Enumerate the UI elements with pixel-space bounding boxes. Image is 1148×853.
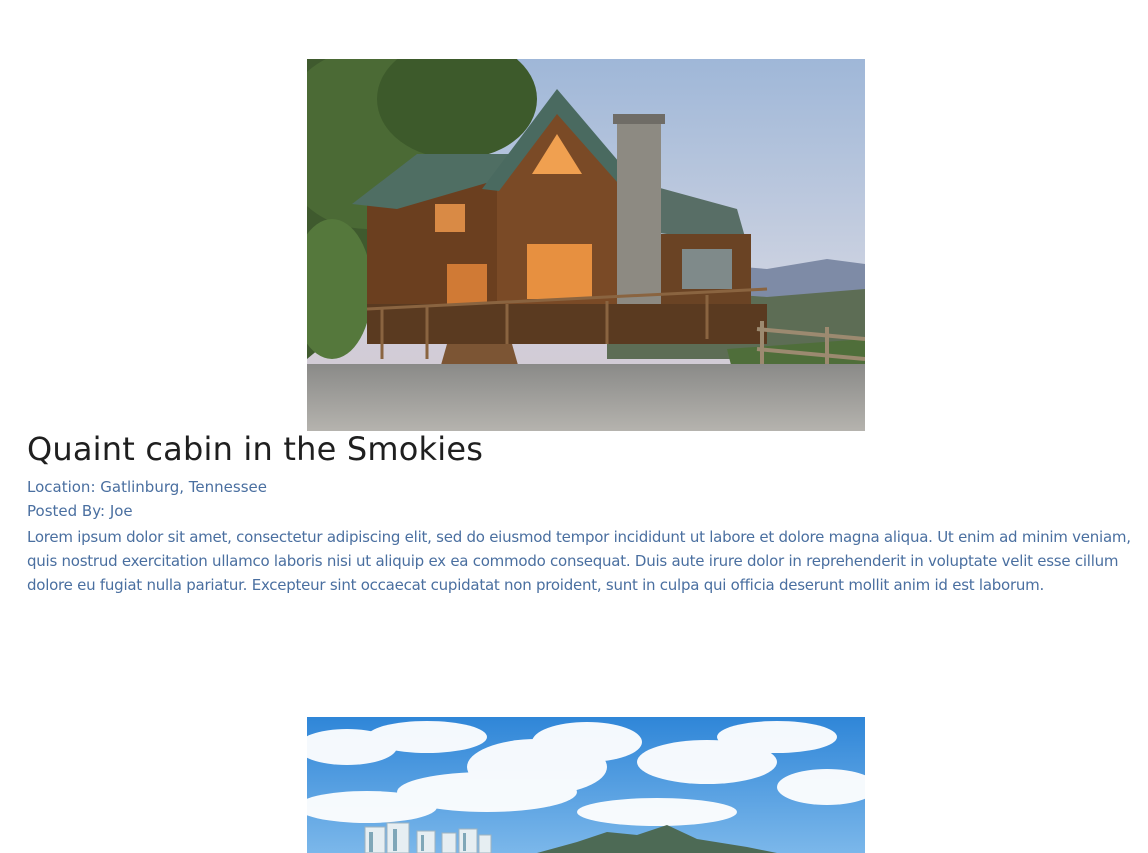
- post-description: Lorem ipsum dolor sit amet, consectetur …: [27, 528, 1131, 594]
- location-label: Location:: [27, 478, 101, 496]
- cabin-photo: [307, 59, 865, 431]
- listing-page: Quaint cabin in the Smokies Location: Ga…: [0, 0, 1148, 853]
- post-image-city: [307, 717, 865, 853]
- post-image-cabin: [307, 59, 865, 431]
- posted-by-label: Posted By:: [27, 502, 110, 520]
- post-title: Quaint cabin in the Smokies: [27, 430, 484, 468]
- location-value: Gatlinburg, Tennessee: [100, 478, 267, 496]
- posted-by-value: Joe: [109, 502, 133, 520]
- city-photo: [307, 717, 865, 853]
- post-author: Posted By: Joe: [27, 502, 133, 520]
- post-location: Location: Gatlinburg, Tennessee: [27, 478, 267, 496]
